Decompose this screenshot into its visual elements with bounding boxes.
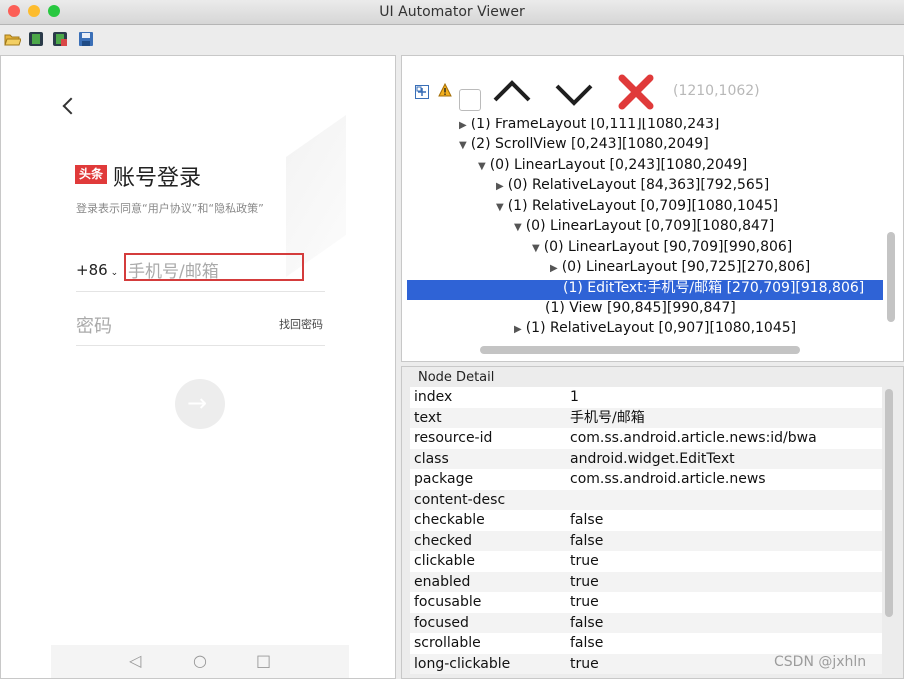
open-folder-icon[interactable] xyxy=(4,31,22,47)
vertical-scrollbar[interactable] xyxy=(885,389,893,617)
detail-row[interactable]: focused false xyxy=(410,612,882,633)
horizontal-scrollbar[interactable] xyxy=(480,346,800,354)
detail-row[interactable]: package com.ss.android.article.news xyxy=(410,469,882,490)
detail-row[interactable]: resource-id com.ss.android.article.news:i… xyxy=(410,428,882,449)
phone-placeholder: 手机号/邮箱 xyxy=(128,262,219,282)
save-icon[interactable] xyxy=(78,31,94,47)
toolbar xyxy=(0,25,904,53)
nav-home-icon[interactable]: ○ xyxy=(193,651,207,670)
tree-node[interactable]: ▼ (0) LinearLayout [0,243][1080,2049] xyxy=(478,155,747,175)
detail-row[interactable]: focusable true xyxy=(410,592,882,613)
nav-recent-icon[interactable]: □ xyxy=(256,651,271,670)
next-node-icon[interactable] xyxy=(554,82,594,112)
app-logo: 头条 xyxy=(75,165,107,184)
expanded-arrow-icon: ▼ xyxy=(514,222,522,233)
node-detail-panel: Node Detail index 1 text 手机号/邮箱 resource-i… xyxy=(401,366,904,679)
chevron-down-icon: ⌄ xyxy=(110,268,119,278)
phone-email-input[interactable]: 手机号/邮箱 xyxy=(124,253,304,282)
country-code-selector[interactable]: +86 ⌄ xyxy=(76,261,118,279)
detail-row[interactable]: checkable false xyxy=(410,510,882,531)
detail-row[interactable]: index 1 xyxy=(410,387,882,408)
login-title: 账号登录 xyxy=(113,166,202,191)
password-input[interactable]: 密码 xyxy=(76,312,112,338)
expand-all-icon[interactable] xyxy=(415,84,429,103)
find-password-link[interactable]: 找回密码 xyxy=(279,316,323,332)
agreement-text: 登录表示同意“用户协议”和“隐私政策” xyxy=(76,202,264,215)
divider xyxy=(76,291,325,292)
nav-back-icon[interactable]: ◁ xyxy=(129,651,141,670)
detail-row[interactable]: clickable true xyxy=(410,551,882,572)
node-detail-title: Node Detail xyxy=(418,370,495,385)
tree-node[interactable]: ▼ (2) ScrollView [0,243][1080,2049] xyxy=(459,134,709,154)
window-title: UI Automator Viewer xyxy=(379,4,525,20)
expanded-arrow-icon: ▼ xyxy=(459,140,467,151)
arrow-right-icon: → xyxy=(187,389,208,417)
warning-icon[interactable] xyxy=(438,82,452,101)
back-arrow-icon[interactable] xyxy=(62,97,80,115)
tree-node[interactable]: ▶ (0) LinearLayout [90,725][270,806] xyxy=(550,257,810,277)
detail-row[interactable]: enabled true xyxy=(410,571,882,592)
tree-node[interactable]: ▼ (0) LinearLayout [90,709][990,806] xyxy=(532,237,792,257)
device-screen[interactable]: 头条 账号登录 登录表示同意“用户协议”和“隐私政策” +86 ⌄ 手机号/邮箱 … xyxy=(0,55,396,679)
tree-node[interactable]: ▶ (1) RelativeLayout [0,907][1080,1045] xyxy=(514,318,796,338)
collapsed-arrow-icon: ▶ xyxy=(496,181,504,192)
expanded-arrow-icon: ▼ xyxy=(496,202,504,213)
android-nav-bar: ◁ ○ □ xyxy=(51,645,349,678)
submit-button[interactable]: → xyxy=(175,379,225,429)
hierarchy-tree[interactable]: ▶ (1) FrameLayout [0,111][1080,243] ▼ (2) … xyxy=(407,118,883,340)
detail-row[interactable]: text 手机号/邮箱 xyxy=(410,407,882,428)
toggle-naf-checkbox[interactable] xyxy=(459,89,481,111)
divider xyxy=(76,345,325,346)
collapsed-arrow-icon: ▶ xyxy=(514,324,522,335)
tree-node[interactable]: ▶ (1) FrameLayout [0,111][1080,243] xyxy=(459,118,719,134)
collapsed-arrow-icon: ▶ xyxy=(550,263,558,274)
detail-row[interactable]: checked false xyxy=(410,530,882,551)
tree-node[interactable]: (1) View [90,845][990,847] xyxy=(545,298,736,318)
device-screenshot-icon[interactable] xyxy=(28,31,44,47)
hierarchy-panel: (1210,1062) ▶ (1) FrameLayout [0,111][108… xyxy=(401,55,904,362)
expanded-arrow-icon: ▼ xyxy=(478,161,486,172)
country-code: +86 xyxy=(76,261,108,279)
watermark: CSDN @jxhln xyxy=(774,654,867,670)
collapsed-arrow-icon: ▶ xyxy=(459,120,467,131)
title-bar: UI Automator Viewer xyxy=(0,0,904,25)
previous-node-icon[interactable] xyxy=(492,78,532,108)
node-detail-table: index 1 text 手机号/邮箱 resource-id com.ss.andr… xyxy=(410,387,882,674)
tree-node-selected[interactable]: (1) EditText:手机号/邮箱 [270,709][918,806] xyxy=(563,278,864,298)
tree-node[interactable]: ▼ (0) LinearLayout [0,709][1080,847] xyxy=(514,216,774,236)
tree-node[interactable]: ▶ (0) RelativeLayout [84,363][792,565] xyxy=(496,175,769,195)
detail-row[interactable]: class android.widget.EditText xyxy=(410,448,882,469)
clear-search-icon[interactable] xyxy=(618,74,654,114)
expanded-arrow-icon: ▼ xyxy=(532,243,540,254)
tree-node[interactable]: ▼ (1) RelativeLayout [0,709][1080,1045] xyxy=(496,196,778,216)
vertical-scrollbar[interactable] xyxy=(887,232,895,322)
detail-row[interactable]: content-desc xyxy=(410,489,882,510)
detail-row[interactable]: scrollable false xyxy=(410,633,882,654)
device-screenshot-compressed-icon[interactable] xyxy=(52,31,68,47)
coordinates-readout: (1210,1062) xyxy=(673,83,760,99)
